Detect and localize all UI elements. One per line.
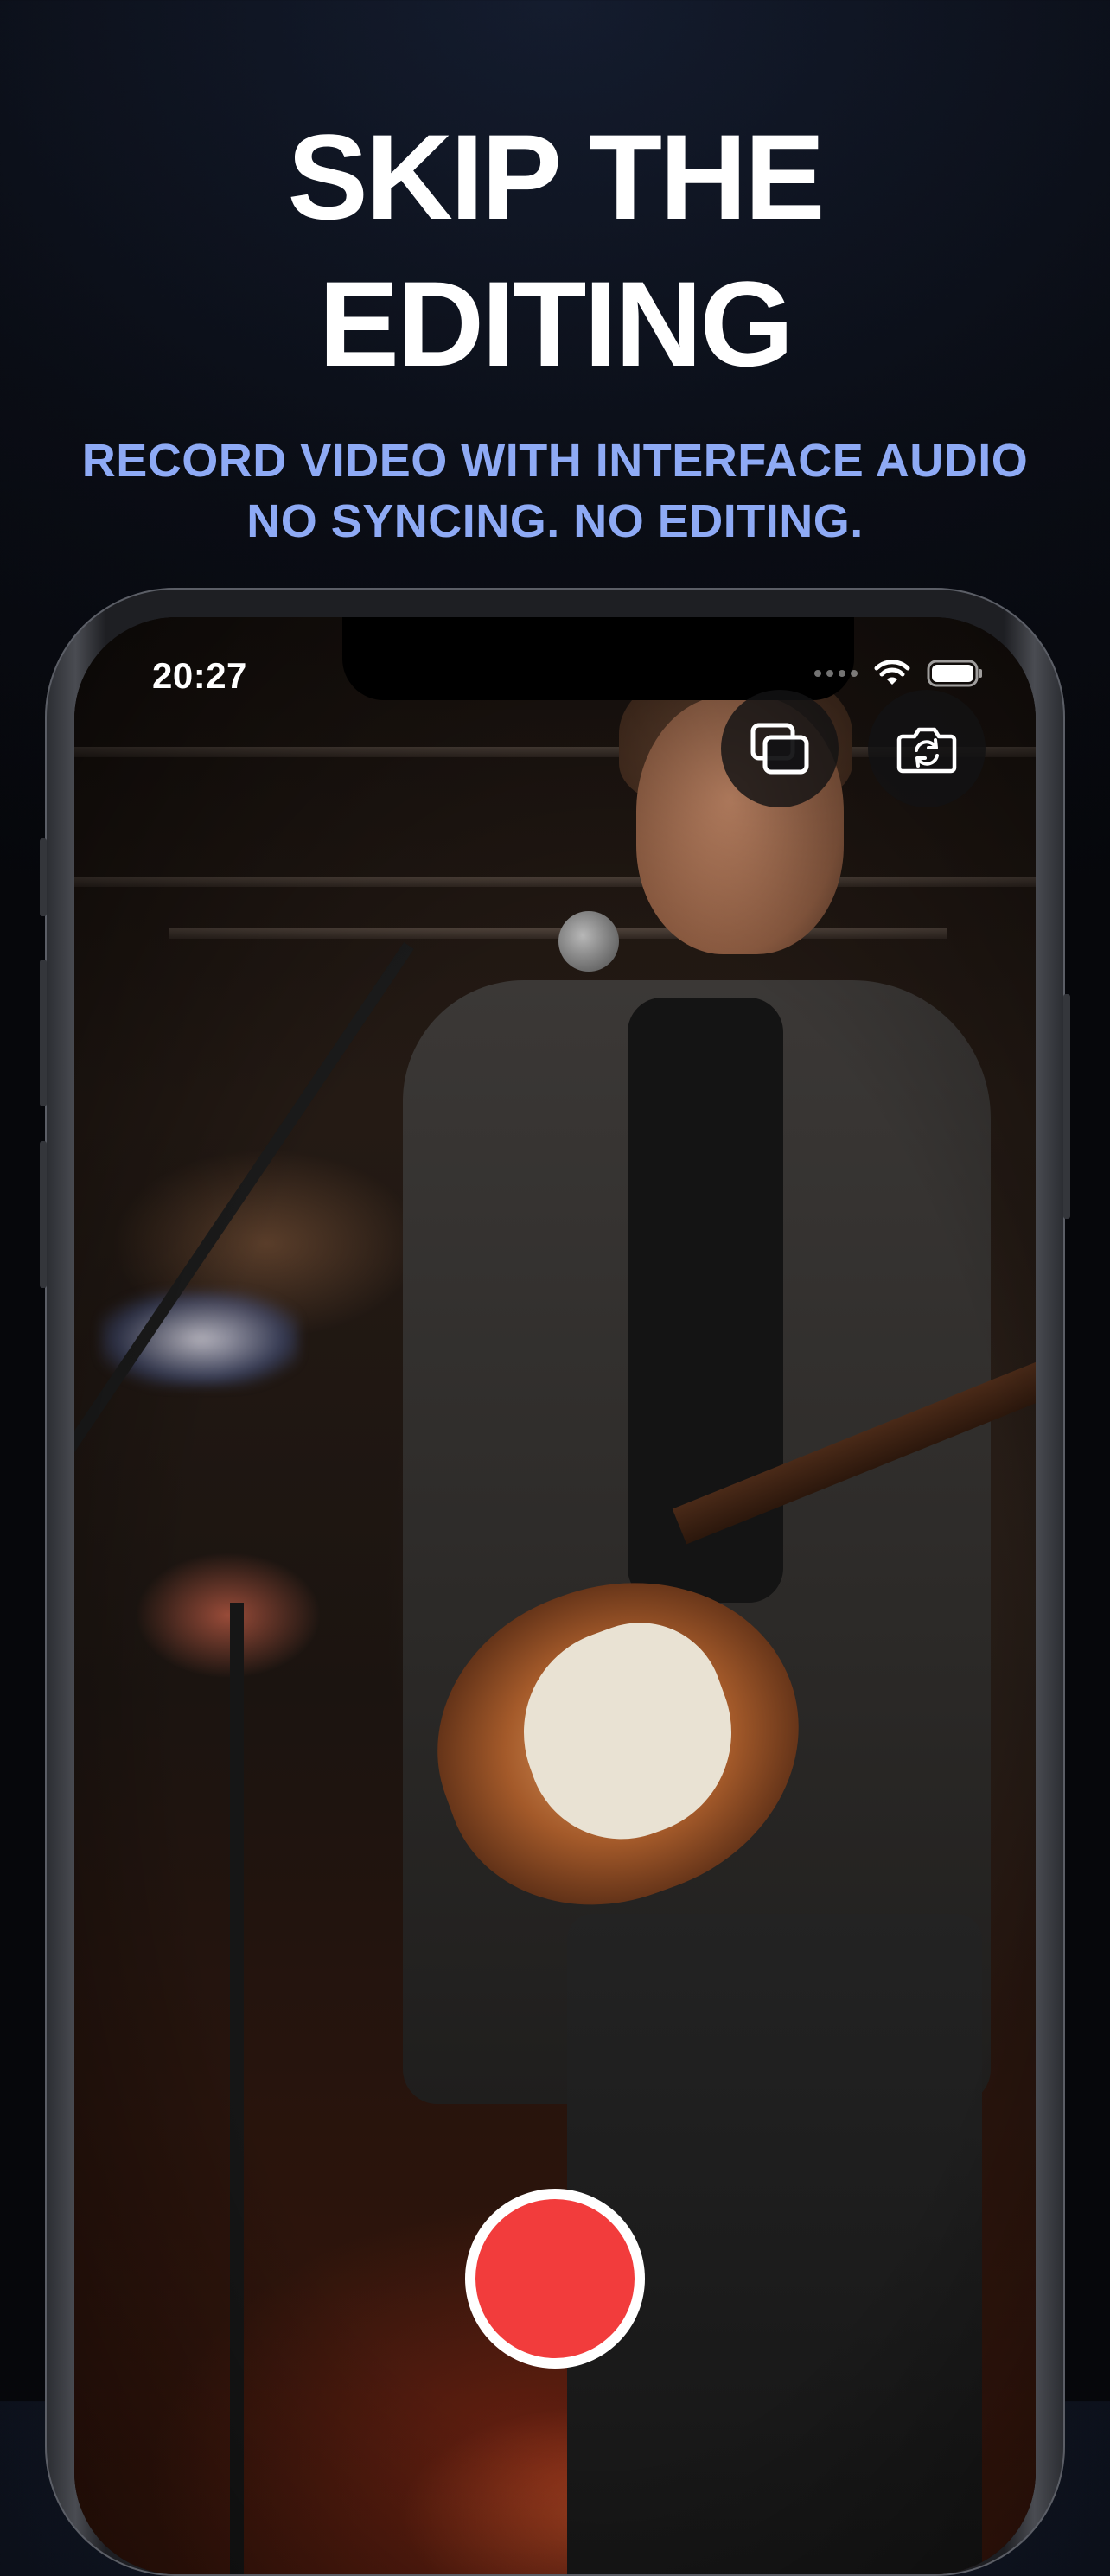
- switch-view-icon: [750, 723, 809, 775]
- subheadline-line-1: RECORD VIDEO WITH INTERFACE AUDIO: [81, 435, 1029, 487]
- subheadline: RECORD VIDEO WITH INTERFACE AUDIO NO SYN…: [0, 430, 1110, 552]
- record-indicator: [475, 2199, 635, 2358]
- headline: SKIP THE EDITING: [0, 104, 1110, 398]
- phone-mockup: 20:27: [40, 588, 1070, 2576]
- switch-view-button[interactable]: [721, 690, 839, 807]
- flip-camera-button[interactable]: [868, 690, 986, 807]
- status-time: 20:27: [152, 655, 247, 696]
- phone-volume-down: [40, 1141, 47, 1288]
- flip-camera-icon: [896, 727, 957, 774]
- status-icons: [814, 659, 984, 688]
- cellular-dots-icon: [814, 670, 858, 677]
- phone-silent-switch: [40, 838, 47, 916]
- notch: [342, 617, 854, 700]
- record-button[interactable]: [465, 2189, 645, 2369]
- subheadline-line-2: NO SYNCING. NO EDITING.: [246, 495, 864, 547]
- battery-icon: [927, 660, 982, 687]
- headline-line-2: EDITING: [318, 256, 794, 392]
- phone-volume-up: [40, 960, 47, 1106]
- wifi-icon: [874, 660, 910, 685]
- phone-power-button: [1063, 994, 1070, 1219]
- phone-screen: 20:27: [74, 617, 1036, 2574]
- headline-line-1: SKIP THE: [287, 109, 825, 245]
